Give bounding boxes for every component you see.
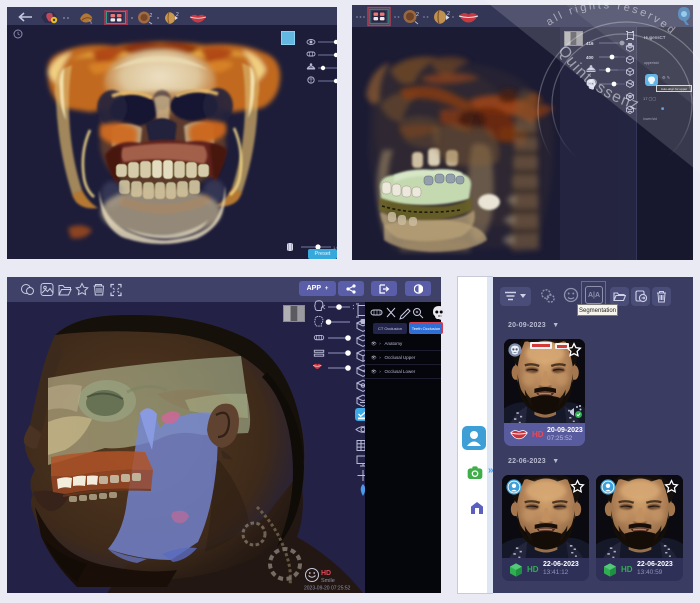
svg-text:416: 416 [586,41,594,46]
svg-text:2: 2 [176,12,179,18]
svg-text:Smile: Smile [321,578,335,584]
svg-text:2: 2 [447,11,450,17]
svg-text:2: 2 [150,13,153,19]
svg-text:2023-09-20 07:25:52: 2023-09-20 07:25:52 [304,586,351,592]
svg-text:HD: HD [321,570,331,577]
svg-text:2: 2 [416,12,419,18]
svg-text:400: 400 [586,55,594,60]
